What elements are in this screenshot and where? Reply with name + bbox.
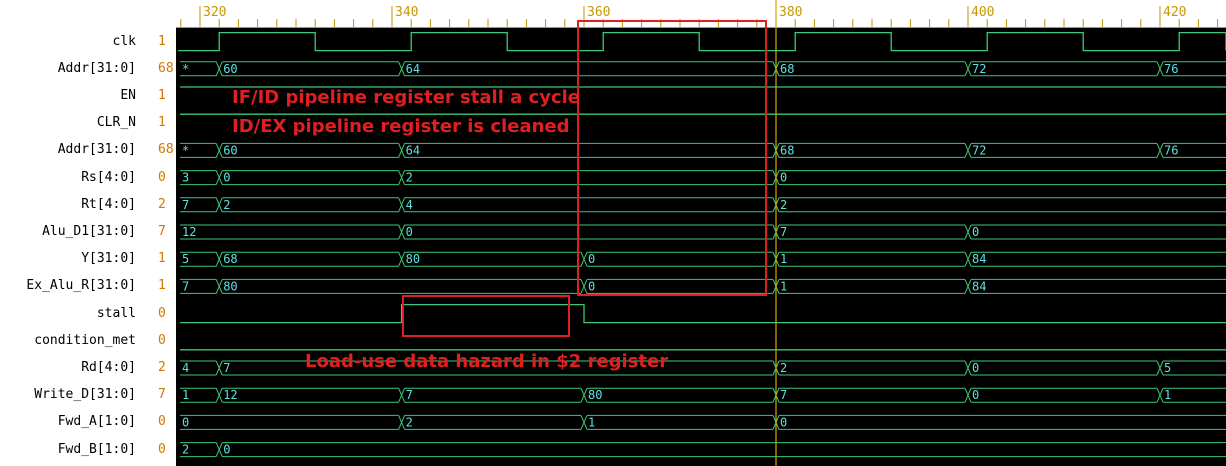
bus-prev-value: 5 bbox=[182, 252, 189, 266]
bus-segment-value: 2 bbox=[780, 198, 787, 212]
bus-segment-value: 2 bbox=[223, 198, 230, 212]
bus-segment-value: 72 bbox=[972, 62, 986, 76]
bus-segment-value: 0 bbox=[972, 361, 979, 375]
bus-segment-value: 0 bbox=[223, 171, 230, 185]
bus-prev-value: 12 bbox=[182, 225, 196, 239]
bus-segment-value: 12 bbox=[223, 388, 237, 402]
bus-segment-value: 7 bbox=[223, 361, 230, 375]
bus-segment-value: 0 bbox=[588, 252, 595, 266]
bus-segment-value: 64 bbox=[406, 143, 420, 157]
bus-segment-value: 2 bbox=[406, 171, 413, 185]
bus-prev-value: * bbox=[182, 143, 189, 157]
bus-segment-value: 0 bbox=[223, 443, 230, 457]
bus-segment-value: 2 bbox=[780, 361, 787, 375]
bus-segment-value: 1 bbox=[780, 252, 787, 266]
annotation-id-ex-clean: ID/EX pipeline register is cleaned bbox=[232, 116, 570, 137]
bus-prev-value: * bbox=[182, 62, 189, 76]
annotation-if-id-stall: IF/ID pipeline register stall a cycle bbox=[232, 87, 580, 108]
bus-segment-value: 84 bbox=[972, 279, 986, 293]
bus-segment-value: 60 bbox=[223, 62, 237, 76]
bus-segment-value: 64 bbox=[406, 62, 420, 76]
bus-segment-value: 80 bbox=[406, 252, 420, 266]
bus-segment-value: 68 bbox=[780, 62, 794, 76]
bus-segment-value: 68 bbox=[223, 252, 237, 266]
bus-segment-value: 1 bbox=[588, 415, 595, 429]
ruler-tick-label: 340 bbox=[395, 5, 418, 20]
bus-segment-value: 0 bbox=[972, 388, 979, 402]
ruler-tick-label: 320 bbox=[203, 5, 226, 20]
bus-prev-value: 3 bbox=[182, 171, 189, 185]
bus-segment-value: 0 bbox=[406, 225, 413, 239]
ruler-tick-label: 360 bbox=[587, 5, 610, 20]
bus-segment-value: 76 bbox=[1164, 62, 1178, 76]
bus-segment-value: 1 bbox=[780, 279, 787, 293]
bus-prev-value: 2 bbox=[182, 443, 189, 457]
bus-segment-value: 4 bbox=[406, 198, 413, 212]
bus-segment-value: 80 bbox=[223, 279, 237, 293]
bus-prev-value: 7 bbox=[182, 198, 189, 212]
annotation-load-use: Load-use data hazard in $2 register bbox=[305, 351, 669, 372]
ruler-tick-label: 420 bbox=[1163, 5, 1186, 20]
ruler-tick-label: 380 bbox=[779, 5, 802, 20]
bus-prev-value: 7 bbox=[182, 279, 189, 293]
bus-segment-value: 76 bbox=[1164, 143, 1178, 157]
bus-segment-value: 5 bbox=[1164, 361, 1171, 375]
bus-segment-value: 60 bbox=[223, 143, 237, 157]
bus-prev-value: 0 bbox=[182, 415, 189, 429]
bus-segment-value: 1 bbox=[1164, 388, 1171, 402]
bus-segment-value: 7 bbox=[780, 388, 787, 402]
bus-segment-value: 72 bbox=[972, 143, 986, 157]
waveform-canvas[interactable]: 320 340 360 380 400 420* 60 64 68 72 76* 60 64 68 72 76… bbox=[0, 0, 1226, 466]
ruler-tick-label: 400 bbox=[971, 5, 994, 20]
bus-segment-value: 0 bbox=[972, 225, 979, 239]
time-ruler bbox=[176, 0, 1226, 28]
bus-segment-value: 68 bbox=[780, 143, 794, 157]
bus-segment-value: 84 bbox=[972, 252, 986, 266]
bus-segment-value: 80 bbox=[588, 388, 602, 402]
bus-segment-value: 0 bbox=[780, 415, 787, 429]
bus-prev-value: 1 bbox=[182, 388, 189, 402]
bus-segment-value: 0 bbox=[588, 279, 595, 293]
bus-segment-value: 7 bbox=[406, 388, 413, 402]
bus-segment-value: 2 bbox=[406, 415, 413, 429]
bus-segment-value: 0 bbox=[780, 171, 787, 185]
bus-prev-value: 4 bbox=[182, 361, 189, 375]
bus-segment-value: 7 bbox=[780, 225, 787, 239]
waveform-viewer: clk 1 Addr[31:0] 68 EN 1 CLR_N 1 Addr[31:0] 68 Rs[… bbox=[0, 0, 1226, 466]
